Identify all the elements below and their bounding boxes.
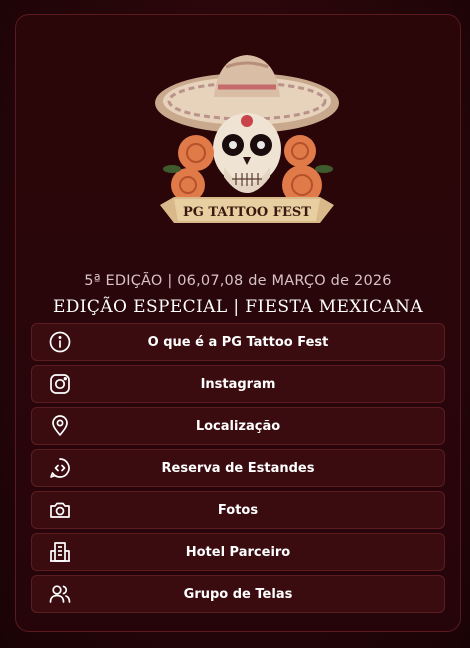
edition-dates: 5ª EDIÇÃO | 06,07,08 de MARÇO de 2026 (84, 273, 392, 289)
about-link-button[interactable]: O que é a PG Tattoo Fest (31, 323, 445, 361)
map-pin-icon (48, 414, 72, 438)
event-logo: PG TATTOO FEST (144, 45, 350, 235)
logo-text: PG TATTOO FEST (183, 205, 311, 220)
instagram-icon (48, 372, 72, 396)
special-edition-title: EDIÇÃO ESPECIAL | FIESTA MEXICANA (52, 297, 424, 317)
about-link-label: O que é a PG Tattoo Fest (147, 334, 329, 350)
chat-code-icon (48, 456, 72, 480)
location-link-button[interactable]: Localização (31, 407, 445, 445)
partner-hotel-link-button[interactable]: Hotel Parceiro (31, 533, 445, 571)
booth-reservation-link-button[interactable]: Reserva de Estandes (31, 449, 445, 487)
partner-hotel-link-label: Hotel Parceiro (185, 544, 291, 560)
group-link-label: Grupo de Telas (183, 586, 293, 602)
info-icon (48, 330, 72, 354)
users-icon (48, 582, 72, 606)
instagram-link-button[interactable]: Instagram (31, 365, 445, 403)
photos-link-label: Fotos (217, 502, 259, 518)
link-list: O que é a PG Tattoo Fest Instagram Local… (31, 323, 445, 617)
booth-reservation-link-label: Reserva de Estandes (161, 460, 315, 476)
instagram-link-label: Instagram (200, 376, 276, 392)
group-link-button[interactable]: Grupo de Telas (31, 575, 445, 613)
camera-icon (48, 498, 72, 522)
building-icon (48, 540, 72, 564)
location-link-label: Localização (195, 418, 281, 434)
photos-link-button[interactable]: Fotos (31, 491, 445, 529)
